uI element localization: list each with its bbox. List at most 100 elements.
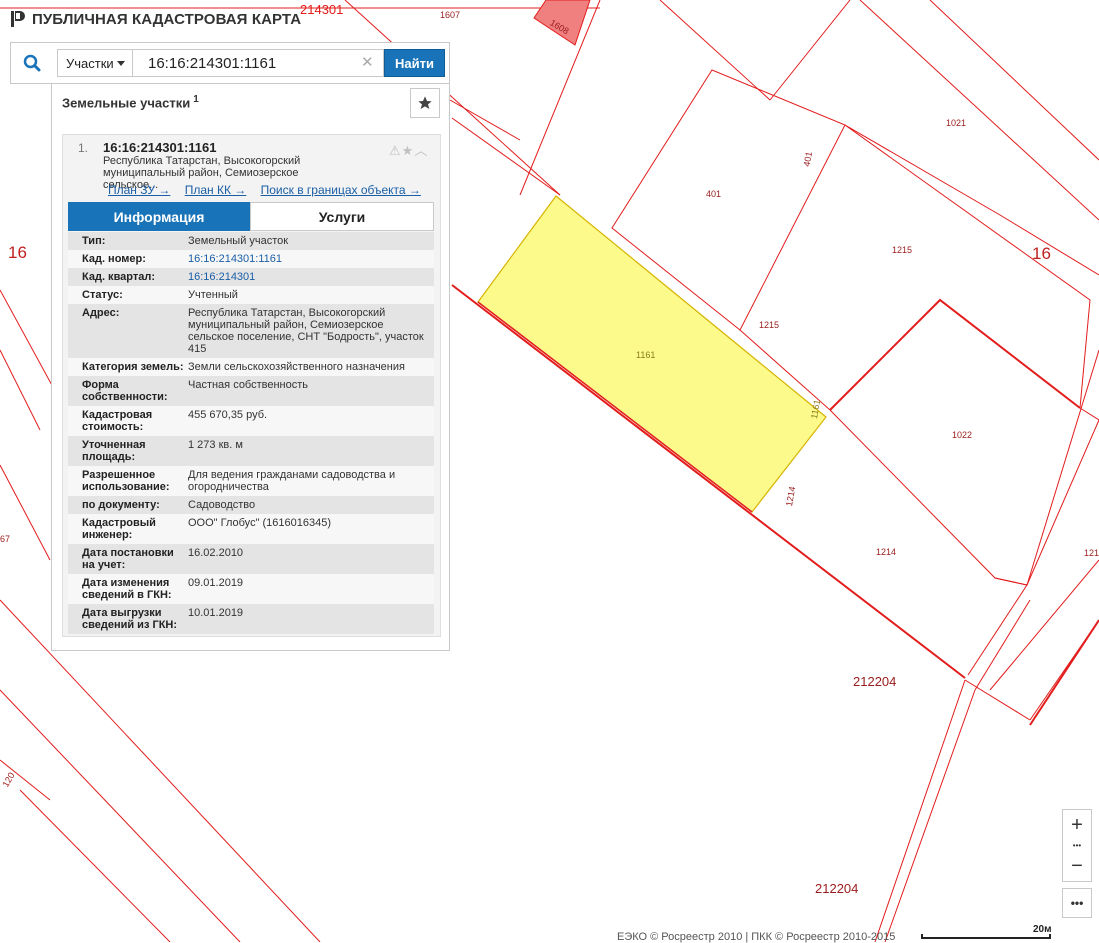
property-row: Дата выгрузки сведений из ГКН: 10.01.2019 <box>68 604 434 634</box>
property-key: Кадастровая стоимость: <box>82 409 153 433</box>
property-key: Адрес: <box>82 307 120 319</box>
zoom-out-button[interactable]: − <box>1063 853 1091 879</box>
app-logo-icon <box>11 11 25 27</box>
boundary-line <box>19 789 171 942</box>
boundary-line <box>0 599 321 942</box>
tab-services[interactable]: Услуги <box>250 202 434 231</box>
map-label: 1607 <box>440 10 460 20</box>
property-value: Садоводство <box>188 499 256 511</box>
boundary-line <box>449 99 521 141</box>
result-tabs: Информация Услуги <box>68 202 434 231</box>
boundary-line <box>859 0 1099 221</box>
boundary-line <box>659 0 771 101</box>
property-row: Кад. номер: 16:16:214301:1161 <box>68 250 434 268</box>
link-plan-zu[interactable]: План ЗУ → <box>108 183 170 197</box>
boundary-line <box>964 679 1031 721</box>
results-heading-text: Земельные участки <box>62 95 191 111</box>
property-row: Статус: Учтенный <box>68 286 434 304</box>
scale-label: 20м <box>1033 924 1052 935</box>
map-label: 1215 <box>892 245 912 255</box>
property-key: Дата изменения сведений в ГКН: <box>82 577 172 601</box>
property-row: Дата постановки на учет: 16.02.2010 <box>68 544 434 574</box>
chevron-up-icon[interactable]: ︿ <box>414 143 428 158</box>
app-title-text: ПУБЛИЧНАЯ КАДАСТРОВАЯ КАРТА <box>32 10 302 28</box>
property-value: Частная собственность <box>188 379 309 391</box>
map-label: 67 <box>0 534 10 544</box>
map-label: 120 <box>0 771 16 789</box>
property-row: Форма собственности: Частная собственност… <box>68 376 434 406</box>
property-value: Учтенный <box>188 289 238 301</box>
boundary-line <box>989 559 1099 691</box>
boundary-line <box>974 599 1031 691</box>
more-tools-button[interactable]: ••• <box>1062 888 1092 918</box>
property-row: Тип: Земельный участок <box>68 232 434 250</box>
property-row: Дата изменения сведений в ГКН: 09.01.2019 <box>68 574 434 604</box>
boundary-line <box>1079 407 1099 421</box>
result-card: 1. 16:16:214301:1161 Республика Татарста… <box>62 134 441 637</box>
copyright-text: ЕЭКО © Росреестр 2010 | ПКК © Росреестр … <box>617 931 896 943</box>
app-title: ПУБЛИЧНАЯ КАДАСТРОВАЯ КАРТА <box>10 8 301 30</box>
search-icon <box>23 54 41 72</box>
boundary-line <box>0 349 41 431</box>
map-label: 1022 <box>952 430 972 440</box>
property-value: 1 273 кв. м <box>188 439 243 451</box>
property-key: Кад. номер: <box>82 253 146 265</box>
zoom-control: + ••• − <box>1062 809 1092 882</box>
map-label: 212204 <box>815 881 858 896</box>
property-row: по документу: Садоводство <box>68 496 434 514</box>
map-label: 16 <box>8 243 27 262</box>
property-key: Тип: <box>82 235 106 247</box>
property-value: 10.01.2019 <box>188 607 244 619</box>
property-row: Кад. квартал: 16:16:214301 <box>68 268 434 286</box>
link-plan-kk[interactable]: План КК → <box>185 183 247 197</box>
property-value: 455 670,35 руб. <box>188 409 268 421</box>
boundary-line <box>829 409 1028 586</box>
map-label: 1215 <box>759 320 779 330</box>
boundary-line <box>0 464 51 561</box>
property-key: Статус: <box>82 289 123 301</box>
property-value: ООО" Глобус" (1616016345) <box>188 517 332 529</box>
boundary-line <box>769 0 851 101</box>
boundary-line <box>874 679 966 942</box>
boundary-line <box>967 584 1028 676</box>
property-row: Адрес: Республика Татарстан, Высокогорски… <box>68 304 434 358</box>
link-search-in-bounds[interactable]: Поиск в границах объекта → <box>261 183 421 197</box>
property-key: Разрешенное использование: <box>82 469 170 493</box>
map-label: 212204 <box>853 674 896 689</box>
property-value-link[interactable]: 16:16:214301 <box>188 271 434 283</box>
search-button[interactable] <box>11 43 53 83</box>
favorites-button[interactable] <box>410 88 440 118</box>
zoom-in-button[interactable]: + <box>1063 812 1091 838</box>
boundary-line <box>994 419 1099 586</box>
results-heading: Земельные участки 1 <box>62 94 199 110</box>
caret-down-icon <box>117 61 125 66</box>
tab-information[interactable]: Информация <box>68 202 250 231</box>
map-label: 214301 <box>300 2 343 17</box>
result-address-line: Республика Татарстан, Высокогорский <box>103 155 301 167</box>
result-cadastral-id[interactable]: 16:16:214301:1161 <box>103 140 217 155</box>
map-label: 401 <box>706 189 721 199</box>
result-index: 1. <box>78 141 89 155</box>
property-value-link[interactable]: 16:16:214301:1161 <box>188 253 434 265</box>
result-links: План ЗУ → План КК → Поиск в границах объ… <box>108 183 432 197</box>
property-key: Дата постановки на учет: <box>82 547 174 571</box>
boundary-line <box>929 0 1099 161</box>
properties-table: Тип: Земельный участок Кад. номер: 16:16:2… <box>68 232 434 634</box>
map-label: 1021 <box>946 118 966 128</box>
boundary-line <box>844 124 1091 409</box>
boundary-line <box>884 689 976 942</box>
property-value: Земельный участок <box>188 235 289 247</box>
property-key: Дата выгрузки сведений из ГКН: <box>82 607 178 631</box>
object-type-label: Участки <box>66 55 114 71</box>
star-icon[interactable]: ★ <box>402 143 415 158</box>
clear-icon[interactable]: ✕ <box>361 55 374 70</box>
zoom-levels-icon[interactable]: ••• <box>1063 840 1091 852</box>
warning-icon[interactable]: ⚠ <box>389 143 402 158</box>
map-label: 401 <box>802 151 814 168</box>
find-button[interactable]: Найти <box>384 49 445 77</box>
property-row: Категория земель: Земли сельскохозяйствен… <box>68 358 434 376</box>
map-label: 1214 <box>876 547 896 557</box>
map-label: 121 <box>1084 548 1099 558</box>
search-input[interactable]: 16:16:214301:1161 <box>132 49 384 77</box>
object-type-select[interactable]: Участки <box>57 49 133 77</box>
